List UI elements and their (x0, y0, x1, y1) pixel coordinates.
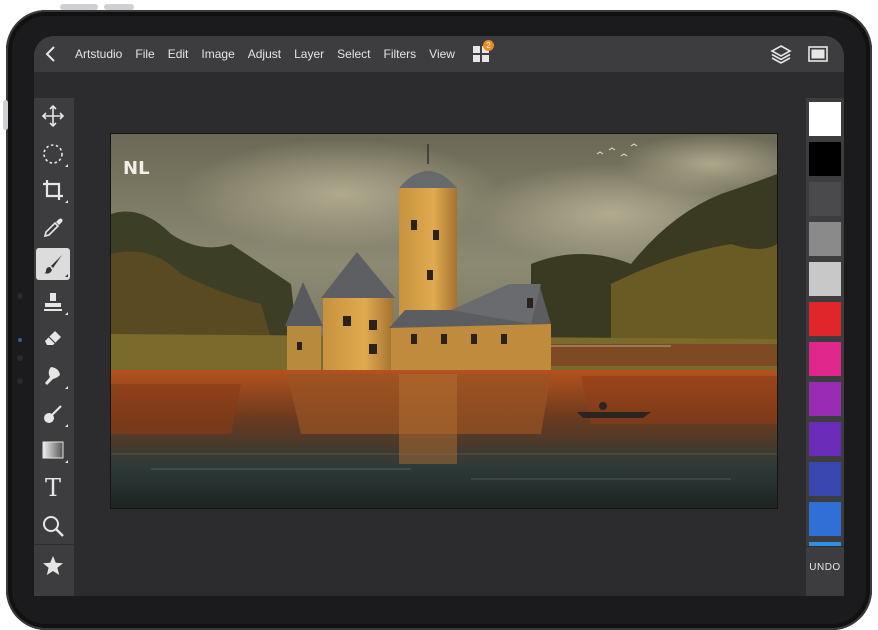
fullscreen-icon[interactable] (808, 46, 828, 62)
color-swatch-magenta[interactable] (809, 342, 841, 376)
stamp-tool[interactable] (36, 286, 70, 318)
color-palette: UNDO (806, 98, 844, 596)
color-swatch-violet[interactable] (809, 422, 841, 456)
divider (34, 544, 74, 545)
volume-button (60, 4, 98, 10)
color-swatch-light-gray[interactable] (809, 262, 841, 296)
smudge-icon (45, 367, 60, 385)
color-swatch-gray[interactable] (809, 222, 841, 256)
color-swatch-dark-gray[interactable] (809, 182, 841, 216)
color-swatch-purple[interactable] (809, 382, 841, 416)
sensor-dot (17, 378, 23, 384)
submenu-indicator (65, 424, 68, 427)
selection-tool[interactable] (36, 138, 70, 170)
menu-filters[interactable]: Filters (384, 47, 417, 61)
star-icon (43, 556, 63, 575)
menu-view[interactable]: View (429, 47, 455, 61)
color-swatch-red[interactable] (809, 302, 841, 336)
menu-file[interactable]: File (135, 47, 154, 61)
color-swatch-indigo[interactable] (809, 462, 841, 496)
volume-button (104, 4, 134, 10)
color-swatch-blue[interactable] (809, 502, 841, 536)
gradient-tool[interactable] (36, 434, 70, 466)
canvas[interactable]: NL (110, 133, 778, 509)
app-screen: Artstudio File Edit Image Adjust Layer S… (34, 36, 844, 596)
text-icon: T (44, 474, 61, 502)
dodge-icon (44, 405, 62, 423)
menu-bar: Artstudio File Edit Image Adjust Layer S… (34, 36, 844, 72)
menu-edit[interactable]: Edit (168, 47, 189, 61)
zoom-tool[interactable] (36, 510, 70, 542)
submenu-indicator (65, 200, 68, 203)
magnifier-icon (43, 516, 64, 537)
crop-icon (43, 180, 63, 200)
move-arrows-icon (42, 105, 64, 127)
move-tool[interactable] (36, 100, 70, 132)
eraser-tool[interactable] (36, 322, 70, 354)
stamp-icon (44, 293, 62, 311)
back-button[interactable] (34, 36, 68, 72)
apps-grid-button[interactable]: 2 (471, 40, 494, 64)
crop-tool[interactable] (36, 174, 70, 206)
submenu-indicator (65, 312, 68, 315)
undo-button[interactable]: UNDO (806, 546, 844, 587)
eraser-icon (45, 331, 61, 345)
dodge-burn-tool[interactable] (36, 398, 70, 430)
eyedropper-tool[interactable] (36, 212, 70, 244)
eyedropper-icon (43, 218, 63, 238)
side-button (3, 100, 8, 130)
submenu-indicator (65, 274, 68, 277)
notification-badge: 2 (482, 40, 494, 51)
chevron-left-icon (45, 46, 55, 62)
menu-adjust[interactable]: Adjust (248, 47, 281, 61)
signature-text: NL (123, 158, 150, 179)
color-swatch-white[interactable] (809, 102, 841, 136)
layers-icon[interactable] (770, 44, 792, 64)
dotted-circle-icon (43, 144, 63, 164)
camera-dot (18, 338, 22, 342)
submenu-indicator (65, 386, 68, 389)
color-swatch-black[interactable] (809, 142, 841, 176)
menu-select[interactable]: Select (337, 47, 370, 61)
tools-panel: T (34, 98, 74, 596)
sensor-dot (17, 355, 23, 361)
smudge-tool[interactable] (36, 360, 70, 392)
brush-icon (44, 255, 62, 274)
text-tool[interactable]: T (36, 472, 70, 504)
menu-layer[interactable]: Layer (294, 47, 324, 61)
sensor-dot (17, 293, 23, 299)
submenu-indicator (65, 164, 68, 167)
menu-artstudio[interactable]: Artstudio (75, 47, 122, 61)
favorites-tool[interactable] (36, 550, 70, 582)
menu-image[interactable]: Image (201, 47, 234, 61)
brush-tool[interactable] (36, 248, 70, 280)
castle-painting: NL (111, 134, 777, 508)
submenu-indicator (65, 460, 68, 463)
gradient-icon (42, 441, 64, 459)
